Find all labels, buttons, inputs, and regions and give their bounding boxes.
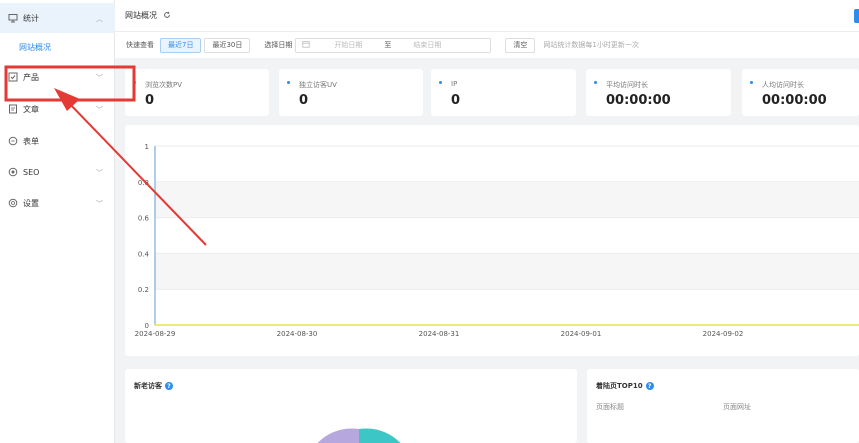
- annotation-overlay: [4, 65, 207, 246]
- annotation-arrow-shaft: [65, 99, 207, 246]
